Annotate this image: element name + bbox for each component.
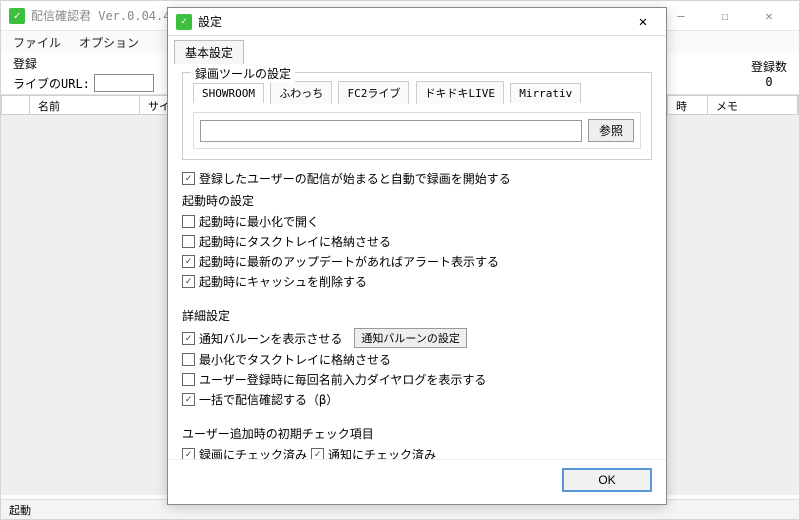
menu-option[interactable]: オプション	[79, 34, 139, 51]
dialog-tabs: 基本設定	[168, 36, 666, 64]
app-icon: ✓	[9, 8, 25, 24]
col-time[interactable]: 時	[668, 96, 708, 114]
lbl-name-dialog: ユーザー登録時に毎回名前入力ダイヤログを表示する	[199, 371, 486, 388]
svc-tab-fuwacchi[interactable]: ふわっち	[270, 81, 332, 104]
chk-batch-check[interactable]: ✓	[182, 393, 195, 406]
dialog-close-button[interactable]: ✕	[628, 14, 658, 30]
lbl-init-rec: 録画にチェック済み	[199, 446, 307, 459]
menu-file[interactable]: ファイル	[13, 34, 61, 51]
legend-detail: 詳細設定	[182, 307, 652, 324]
register-label: 登録	[13, 55, 37, 72]
chk-startup-update[interactable]: ✓	[182, 255, 195, 268]
lbl-balloon: 通知バルーンを表示させる	[199, 330, 342, 347]
chk-balloon[interactable]: ✓	[182, 332, 195, 345]
fieldset-recording: 録画ツールの設定 SHOWROOM ふわっち FC2ライブ ドキドキLIVE M…	[182, 72, 652, 160]
balloon-settings-button[interactable]: 通知バルーンの設定	[354, 328, 466, 348]
svc-tab-fc2[interactable]: FC2ライブ	[338, 81, 409, 104]
counter-value: 0	[751, 75, 787, 89]
fieldset-initcheck: ユーザー追加時の初期チェック項目 ✓ 録画にチェック済み ✓ 通知にチェック済み	[182, 423, 652, 459]
lbl-auto-record: 登録したユーザーの配信が始まると自動で録画を開始する	[199, 170, 511, 187]
browse-button[interactable]: 参照	[588, 119, 634, 142]
lbl-init-notify: 通知にチェック済み	[328, 446, 436, 459]
tab-basic[interactable]: 基本設定	[174, 40, 244, 64]
settings-dialog: ✓ 設定 ✕ 基本設定 録画ツールの設定 SHOWROOM ふわっち FC2ライ…	[167, 7, 667, 505]
legend-startup: 起動時の設定	[182, 192, 652, 209]
dialog-titlebar: ✓ 設定 ✕	[168, 8, 666, 36]
register-counter: 登録数 0	[751, 58, 787, 89]
maximize-button[interactable]: ☐	[703, 2, 747, 30]
lbl-startup-update: 起動時に最新のアップデートがあればアラート表示する	[199, 253, 499, 270]
recording-path-input[interactable]	[200, 120, 582, 142]
lbl-min-tray: 最小化でタスクトレイに格納させる	[199, 351, 391, 368]
chk-startup-tray[interactable]	[182, 235, 195, 248]
chk-init-notify[interactable]: ✓	[311, 448, 324, 459]
legend-initcheck: ユーザー追加時の初期チェック項目	[182, 425, 652, 442]
counter-label: 登録数	[751, 58, 787, 75]
lbl-startup-cache: 起動時にキャッシュを削除する	[199, 273, 367, 290]
svc-tab-showroom[interactable]: SHOWROOM	[193, 83, 264, 103]
close-button[interactable]: ✕	[747, 2, 791, 30]
chk-auto-record[interactable]: ✓	[182, 172, 195, 185]
col-checkbox[interactable]	[2, 96, 30, 114]
fieldset-detail: 詳細設定 ✓ 通知バルーンを表示させる 通知バルーンの設定 最小化でタスクトレイ…	[182, 305, 652, 413]
legend-recording: 録画ツールの設定	[191, 65, 295, 82]
dialog-title: 設定	[198, 13, 628, 30]
svc-tab-mirrativ[interactable]: Mirrativ	[510, 83, 581, 103]
url-label: ライブのURL:	[13, 75, 90, 92]
chk-startup-cache[interactable]: ✓	[182, 275, 195, 288]
fieldset-startup: 起動時の設定 起動時に最小化で開く 起動時にタスクトレイに格納させる ✓ 起動時に…	[182, 190, 652, 295]
dialog-icon: ✓	[176, 14, 192, 30]
lbl-batch-check: 一括で配信確認する（β）	[199, 391, 338, 408]
url-input[interactable]	[94, 74, 154, 92]
lbl-startup-min: 起動時に最小化で開く	[199, 213, 319, 230]
ok-button[interactable]: OK	[562, 468, 652, 492]
col-memo[interactable]: メモ	[708, 96, 798, 114]
chk-min-tray[interactable]	[182, 353, 195, 366]
chk-startup-min[interactable]	[182, 215, 195, 228]
col-name[interactable]: 名前	[30, 96, 140, 114]
chk-init-rec[interactable]: ✓	[182, 448, 195, 459]
svc-tab-dokidoki[interactable]: ドキドキLIVE	[416, 81, 505, 104]
lbl-startup-tray: 起動時にタスクトレイに格納させる	[199, 233, 391, 250]
service-tabs: SHOWROOM ふわっち FC2ライブ ドキドキLIVE Mirrativ	[193, 81, 641, 104]
chk-name-dialog[interactable]	[182, 373, 195, 386]
